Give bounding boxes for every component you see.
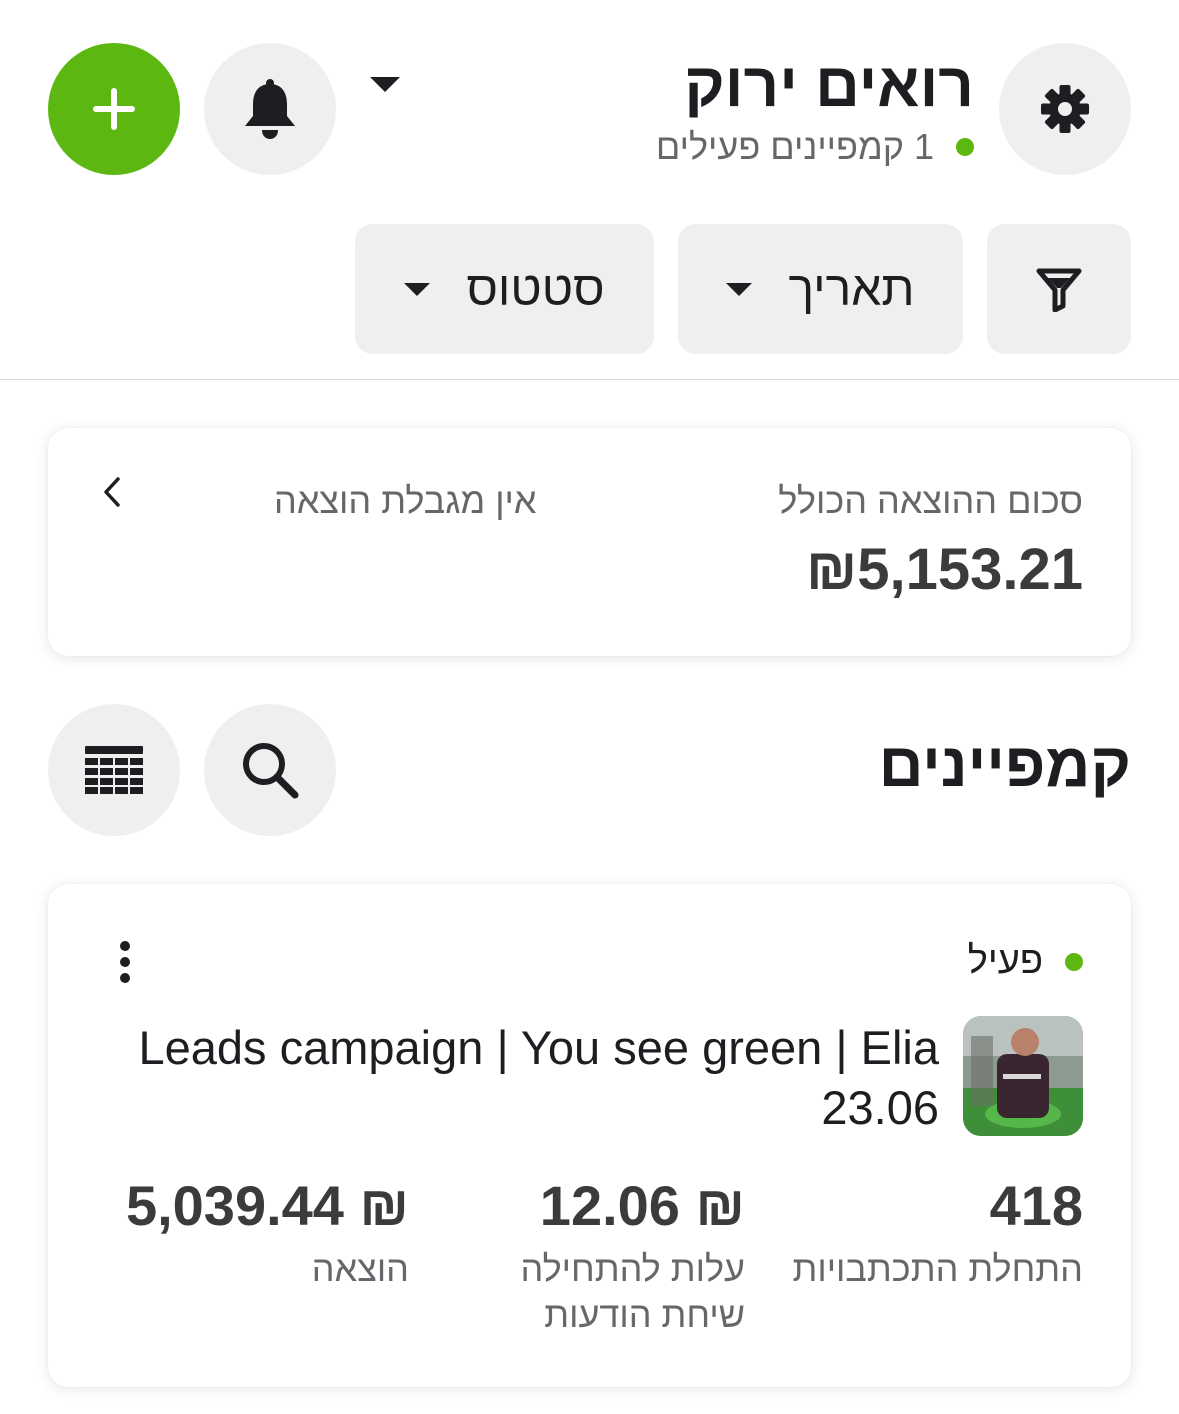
active-campaigns-status: 1 קמפיינים פעילים — [656, 126, 974, 168]
status-filter-label: סטטוס — [466, 262, 605, 316]
settings-button[interactable] — [999, 43, 1131, 175]
metric-value: ₪ 12.06 — [539, 1174, 745, 1237]
campaign-image — [963, 1016, 1083, 1136]
spend-limit-label: אין מגבלת הוצאה — [274, 480, 537, 521]
chevron-left-icon — [104, 477, 120, 507]
filter-icon — [1036, 268, 1082, 312]
total-spend-label: סכום ההוצאה הכולל — [778, 480, 1083, 521]
more-options-icon[interactable] — [118, 940, 132, 984]
account-dropdown-toggle[interactable] — [370, 77, 400, 92]
metric-value: 418 — [989, 1174, 1083, 1237]
status-filter-dropdown[interactable]: סטטוס — [355, 224, 654, 354]
table-view-button[interactable] — [48, 704, 180, 836]
gear-icon — [1041, 85, 1089, 133]
campaigns-section-title: קמפיינים — [878, 731, 1131, 800]
campaign-status: פעיל — [968, 940, 1083, 983]
active-status-dot — [1065, 952, 1083, 971]
notifications-button[interactable] — [204, 43, 336, 175]
active-campaigns-label: 1 קמפיינים פעילים — [655, 126, 934, 167]
search-button[interactable] — [204, 704, 336, 836]
total-spend-value: ₪5,153.21 — [805, 537, 1083, 602]
campaign-card[interactable]: פעיל Leads campaign | You see green | El… — [48, 884, 1131, 1387]
chevron-down-icon — [726, 282, 753, 296]
metric-label: הוצאה — [311, 1248, 409, 1289]
page-title: רואים ירוק — [684, 51, 974, 120]
chevron-down-icon — [404, 282, 431, 296]
filter-button[interactable] — [987, 224, 1131, 354]
metric-spend: ₪ 5,039.44 הוצאה — [109, 1174, 409, 1292]
date-filter-label: תאריך — [788, 262, 915, 316]
date-filter-dropdown[interactable]: תאריך — [678, 224, 963, 354]
bell-icon — [245, 79, 295, 139]
active-status-dot — [956, 138, 974, 156]
spend-summary-card[interactable]: סכום ההוצאה הכולל ₪5,153.21 אין מגבלת הו… — [48, 428, 1131, 656]
campaign-thumbnail[interactable] — [963, 1016, 1083, 1136]
metric-conversations-started: 418 התחלת התכתבויות — [763, 1174, 1083, 1292]
create-button[interactable] — [48, 43, 180, 175]
metric-label: התחלת התכתבויות — [792, 1248, 1083, 1289]
header-divider — [0, 379, 1179, 380]
campaign-status-label: פעיל — [967, 940, 1043, 982]
table-grid-icon — [85, 746, 143, 794]
metric-value: ₪ 5,039.44 — [125, 1174, 409, 1237]
campaign-name[interactable]: Leads campaign | You see green | Elia 23… — [109, 1018, 940, 1138]
metric-cost-per-conversation: ₪ 12.06 עלות להתחילה שיחת הודעות — [465, 1174, 745, 1338]
metric-label: עלות להתחילה שיחת הודעות — [520, 1248, 745, 1335]
chevron-down-icon — [370, 77, 400, 92]
search-icon — [243, 743, 299, 799]
plus-icon — [93, 88, 135, 130]
